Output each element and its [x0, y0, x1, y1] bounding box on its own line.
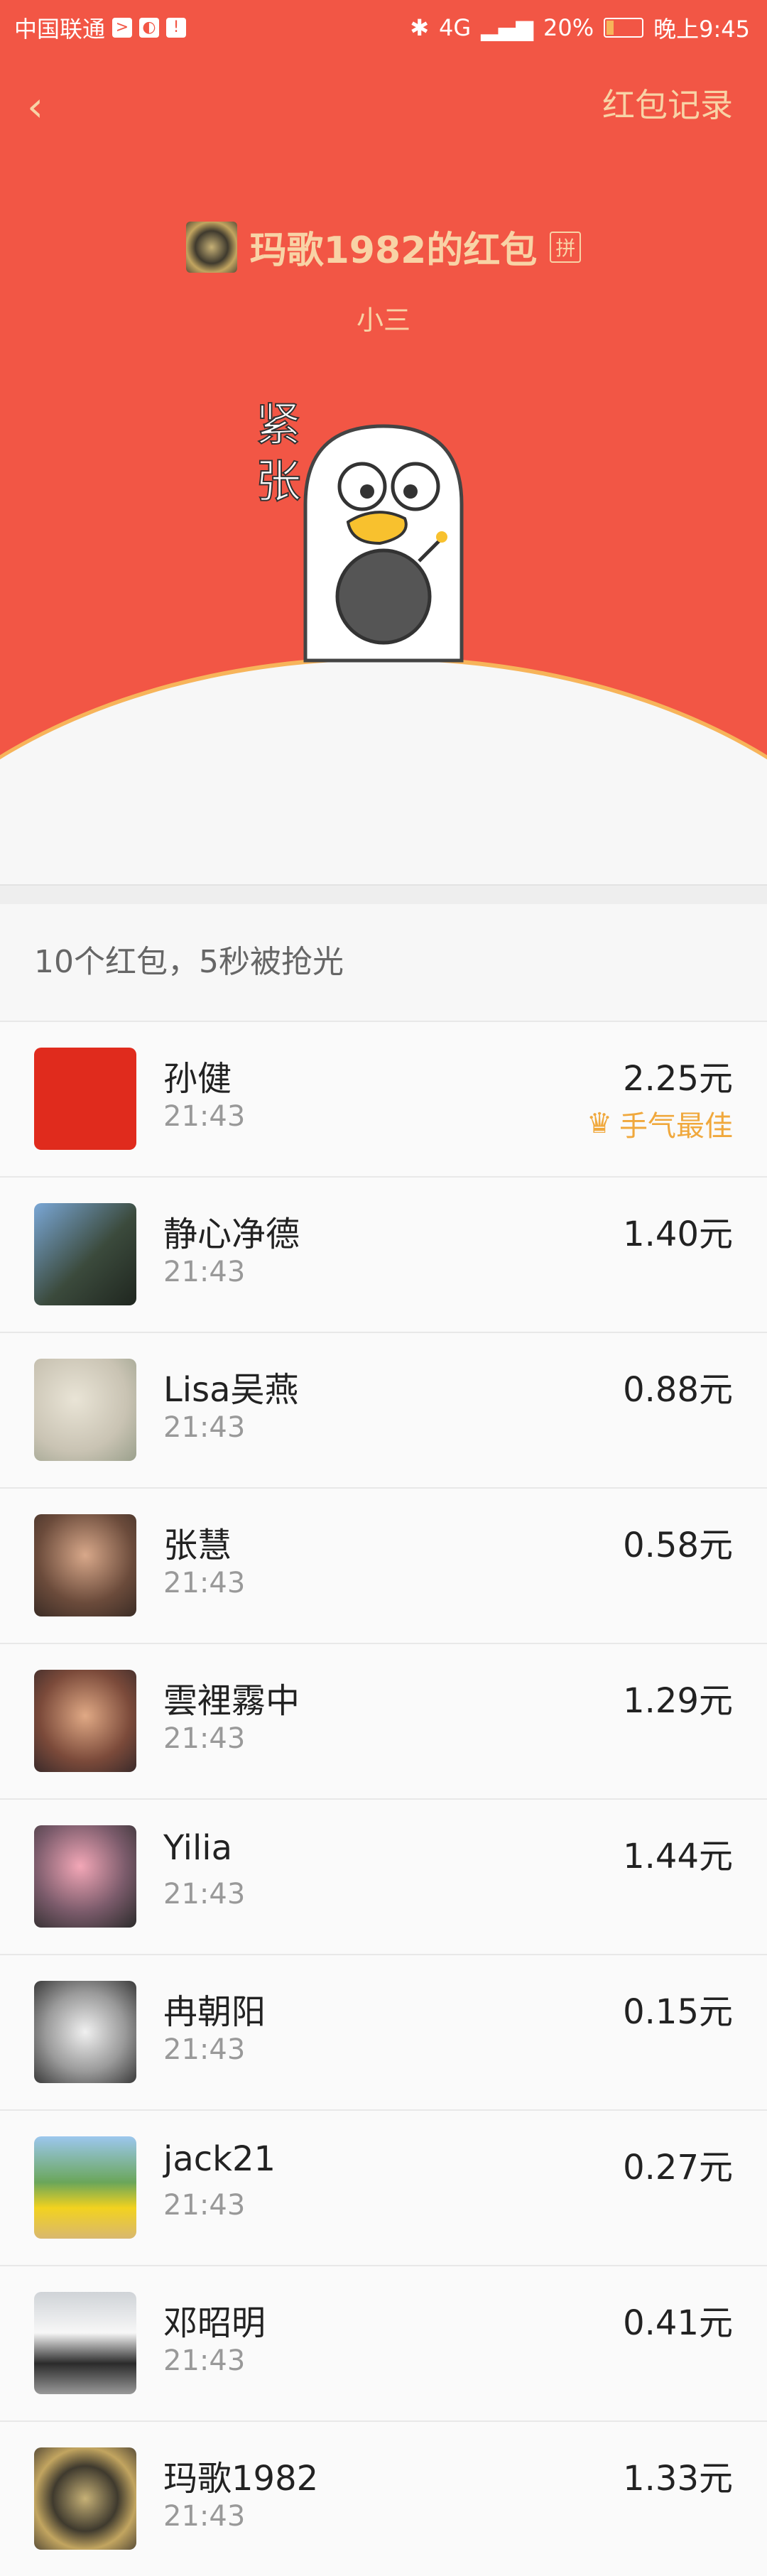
recipient-avatar	[34, 2136, 136, 2239]
recipient-row[interactable]: 邓昭明 21:43 0.41元	[0, 2265, 767, 2420]
recipient-name: 雲裡霧中	[163, 1681, 300, 1721]
recipient-name: 邓昭明	[163, 2303, 266, 2343]
network-label: 4G	[439, 14, 472, 41]
recipient-time: 21:43	[163, 1411, 246, 1444]
recipient-time: 21:43	[163, 2189, 246, 2222]
bluetooth-icon: ✱	[410, 14, 430, 41]
recipient-row[interactable]: 静心净德 21:43 1.40元	[0, 1176, 767, 1332]
section-divider	[0, 884, 767, 904]
recipient-avatar	[34, 2292, 136, 2394]
recipient-amount: 1.29元	[623, 1681, 733, 1721]
pin-badge: 拼	[550, 231, 582, 263]
recipient-amount: 2.25元	[623, 1059, 733, 1099]
packet-message: 小三	[356, 305, 410, 336]
recipient-avatar	[34, 1359, 136, 1461]
recipient-name: Lisa吴燕	[163, 1370, 299, 1410]
recipient-name: 孙健	[163, 1059, 232, 1099]
recipient-time: 21:43	[163, 1100, 246, 1133]
recipient-row[interactable]: Yilia 21:43 1.44元	[0, 1798, 767, 1954]
recipient-time: 21:43	[163, 2033, 246, 2066]
back-button[interactable]: ‹	[27, 78, 70, 135]
battery-icon	[604, 18, 644, 38]
recipient-avatar	[34, 1203, 136, 1305]
header-arc	[0, 661, 767, 838]
recipient-name: jack21	[163, 2139, 276, 2179]
recipient-row[interactable]: jack21 21:43 0.27元	[0, 2109, 767, 2265]
recipient-name: Yilia	[163, 1828, 233, 1868]
battery-percent: 20%	[543, 14, 594, 41]
recipient-time: 21:43	[163, 1722, 246, 1755]
recipient-amount: 0.27元	[623, 2148, 733, 2188]
recipient-name: 静心净德	[163, 1214, 300, 1254]
recipient-amount: 0.41元	[623, 2303, 733, 2343]
recipient-amount: 0.58元	[623, 1526, 733, 1565]
recipient-amount: 0.15元	[623, 1992, 733, 2032]
carrier-label: 中国联通	[14, 16, 106, 43]
recipient-amount: 0.88元	[623, 1370, 733, 1410]
recipient-avatar	[34, 1048, 136, 1150]
packet-title-row: 玛歌1982的红包 拼	[0, 220, 767, 273]
notification-icon: ◐	[139, 18, 160, 38]
recipient-amount: 1.44元	[623, 1837, 733, 1876]
signal-icon: ▂▄▆	[481, 14, 533, 41]
recipient-row[interactable]: 冉朝阳 21:43 0.15元	[0, 1954, 767, 2109]
best-luck-label: 手气最佳	[619, 1110, 733, 1143]
recipient-amount: 1.33元	[623, 2459, 733, 2499]
recipient-avatar	[34, 1514, 136, 1616]
recipient-row[interactable]: Lisa吴燕 21:43 0.88元	[0, 1332, 767, 1487]
recipient-avatar	[34, 2447, 136, 2550]
recipient-amount: 1.40元	[623, 1214, 733, 1254]
sticker-text-1: 紧	[256, 399, 301, 452]
crown-icon: ♛	[587, 1107, 612, 1140]
recipient-row[interactable]: 张慧 21:43 0.58元	[0, 1487, 767, 1643]
recipient-row[interactable]: 雲裡霧中 21:43 1.29元	[0, 1643, 767, 1798]
recipient-time: 21:43	[163, 1256, 246, 1288]
packet-title: 玛歌1982的红包	[249, 229, 538, 272]
recipient-time: 21:43	[163, 2500, 246, 2533]
recipient-row[interactable]: 孙健 21:43 2.25元 ♛ 手气最佳	[0, 1021, 767, 1176]
recipient-name: 冉朝阳	[163, 1992, 266, 2032]
sender-avatar	[185, 221, 237, 273]
alert-icon: !	[166, 18, 187, 38]
recipient-time: 21:43	[163, 2344, 246, 2377]
recipient-time: 21:43	[163, 1567, 246, 1599]
best-luck-badge: ♛ 手气最佳	[587, 1103, 733, 1144]
recipient-time: 21:43	[163, 1878, 246, 1911]
red-packet-records-link[interactable]: 红包记录	[602, 80, 733, 126]
status-bar: 中国联通 > ◐ ! ✱ 4G ▂▄▆ 20% 晚上9:45	[0, 0, 767, 54]
recipient-avatar	[34, 1670, 136, 1772]
nervous-duck-sticker: 紧 张	[249, 398, 518, 668]
recipient-name: 张慧	[163, 1526, 232, 1565]
recipient-name: 玛歌1982	[163, 2459, 319, 2499]
app-notification-icon: >	[112, 18, 133, 38]
recipient-avatar	[34, 1825, 136, 1928]
clock: 晚上9:45	[653, 16, 750, 43]
sticker-text-2: 张	[256, 456, 301, 509]
recipient-row[interactable]: 玛歌1982 21:43 1.33元	[0, 2420, 767, 2576]
packet-summary: 10个红包，5秒被抢光	[34, 944, 344, 980]
recipient-list: 孙健 21:43 2.25元 ♛ 手气最佳 静心净德 21:43 1.40元 L…	[0, 1021, 767, 2576]
recipient-avatar	[34, 1981, 136, 2083]
